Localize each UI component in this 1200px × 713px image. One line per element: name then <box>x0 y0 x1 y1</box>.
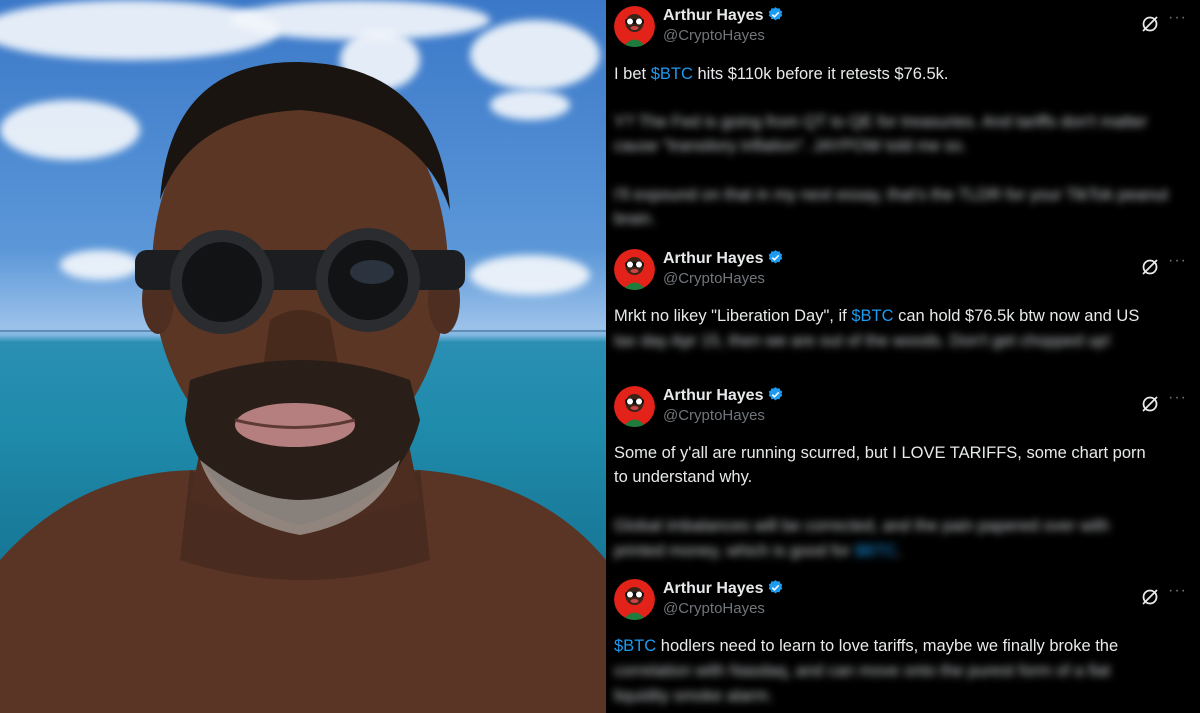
grok-icon[interactable] <box>1140 394 1160 414</box>
verified-badge-icon <box>769 250 783 264</box>
blurred-text: tax day Apr 15, then we are out of the w… <box>614 332 1111 350</box>
cashtag-link[interactable]: $BTC <box>851 307 893 325</box>
avatar[interactable] <box>614 579 655 620</box>
blurred-text: printed money, which is good for $BTC. <box>614 542 902 560</box>
tweet-text: I bet $BTC hits $110k before it retests … <box>614 65 949 83</box>
display-name-text[interactable]: Arthur Hayes <box>663 387 763 404</box>
person-figure <box>0 61 606 713</box>
cashtag-link[interactable]: $BTC <box>614 637 656 655</box>
tweet-feed: Arthur Hayes @CryptoHayes ··· I bet $BTC… <box>606 0 1200 713</box>
blurred-text: liquidity smoke alarm. <box>614 687 773 705</box>
display-name-text[interactable]: Arthur Hayes <box>663 580 763 597</box>
grok-icon[interactable] <box>1140 587 1160 607</box>
tweet-text: $BTC hodlers need to learn to love tarif… <box>614 637 1119 655</box>
user-handle[interactable]: @CryptoHayes <box>663 600 765 617</box>
verified-badge-icon <box>769 7 783 21</box>
avatar[interactable] <box>614 386 655 427</box>
user-handle[interactable]: @CryptoHayes <box>663 270 765 287</box>
more-options-icon[interactable]: ··· <box>1168 390 1188 412</box>
verified-badge-icon <box>769 387 783 401</box>
avatar[interactable] <box>614 6 655 47</box>
selfie-photo <box>0 0 606 713</box>
grok-icon[interactable] <box>1140 257 1160 277</box>
blurred-text: I'll expound on that in my next essay, t… <box>614 186 1169 228</box>
blurred-text: correlation with Nasdaq, and can move on… <box>614 662 1111 680</box>
more-options-icon[interactable]: ··· <box>1168 583 1188 605</box>
tweet-text: Mrkt no likey "Liberation Day", if $BTC … <box>614 307 1140 325</box>
blurred-text: Global imbalances will be corrected, and… <box>614 517 1110 535</box>
display-name[interactable]: Arthur Hayes <box>663 579 784 598</box>
more-options-icon[interactable]: ··· <box>1168 253 1188 275</box>
display-name-text[interactable]: Arthur Hayes <box>663 250 763 267</box>
tweet-text: to understand why. <box>614 468 753 486</box>
more-options-icon[interactable]: ··· <box>1168 10 1188 32</box>
user-handle[interactable]: @CryptoHayes <box>663 407 765 424</box>
user-handle[interactable]: @CryptoHayes <box>663 27 765 44</box>
grok-icon[interactable] <box>1140 14 1160 34</box>
display-name[interactable]: Arthur Hayes <box>663 6 784 25</box>
display-name[interactable]: Arthur Hayes <box>663 386 784 405</box>
blurred-text: Y? The Fed is going from QT to QE for tr… <box>614 113 1148 155</box>
tweet-text: Some of y'all are running scurred, but I… <box>614 444 1146 462</box>
verified-badge-icon <box>769 580 783 594</box>
display-name[interactable]: Arthur Hayes <box>663 249 784 268</box>
display-name-text[interactable]: Arthur Hayes <box>663 7 763 24</box>
cashtag-link[interactable]: $BTC <box>651 65 693 83</box>
avatar[interactable] <box>614 249 655 290</box>
cashtag-link[interactable]: $BTC <box>855 542 897 560</box>
